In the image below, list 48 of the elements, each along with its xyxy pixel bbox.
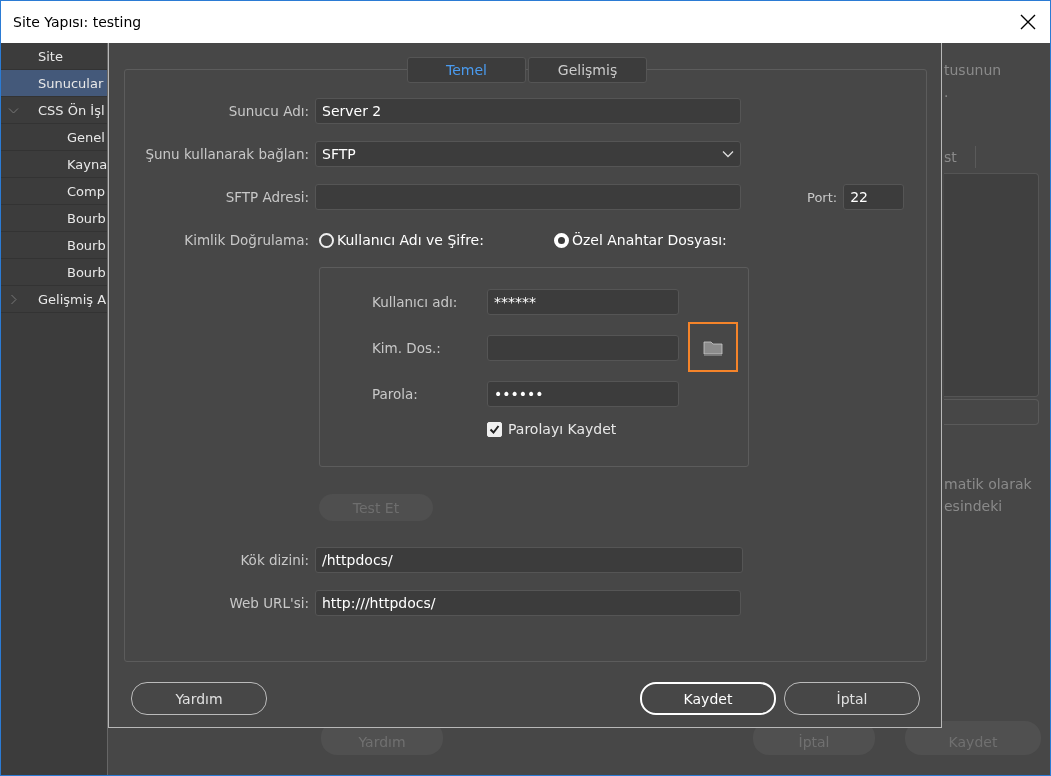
field-label: Şunu kullanarak bağlan:	[144, 146, 310, 162]
check-icon	[489, 423, 500, 435]
radio-option[interactable]: Özel Anahtar Dosyası:	[553, 232, 727, 248]
field-label: Kök dizini:	[239, 552, 310, 568]
sidebar-item[interactable]: Kayna	[1, 151, 107, 178]
sftp-address-field[interactable]	[315, 184, 741, 210]
password-field[interactable]: ••••••	[487, 381, 679, 407]
chevron-icon[interactable]	[8, 105, 19, 116]
field-label: Port:	[807, 189, 838, 205]
background-tab-label: st	[944, 148, 957, 167]
sidebar-item[interactable]: Sunucular	[1, 70, 107, 97]
field-label: Kimlik Doğrulama:	[183, 232, 310, 248]
username-field[interactable]: ******	[487, 289, 679, 315]
web-url-field[interactable]: http:///httpdocs/	[315, 590, 741, 616]
field-label: Parola:	[371, 386, 419, 402]
dialog-button[interactable]: İptal	[784, 682, 920, 715]
sidebar-item[interactable]: Bourb	[1, 205, 107, 232]
background-text: matik olarak	[944, 475, 1033, 494]
chevron-icon[interactable]	[8, 294, 19, 305]
folder-icon[interactable]	[703, 338, 723, 356]
background-text: .	[944, 83, 950, 102]
save-password-checkbox[interactable]: Parolayı Kaydet	[487, 421, 617, 437]
dialog-button[interactable]: Yardım	[131, 682, 267, 715]
tab[interactable]: Gelişmiş	[528, 57, 647, 83]
background-text: tusunun	[944, 61, 1003, 80]
field-label: Kullanıcı adı:	[371, 294, 459, 310]
field-label: SFTP Adresi:	[224, 189, 310, 205]
sidebar-item[interactable]: Comp	[1, 178, 107, 205]
sidebar-item[interactable]: Bourb	[1, 232, 107, 259]
root-directory-field[interactable]: /httpdocs/	[315, 547, 743, 573]
field-label: Kim. Dos.:	[371, 340, 442, 356]
tab[interactable]: Temel	[407, 57, 526, 83]
field-label: Web URL'si:	[228, 595, 310, 611]
sidebar-item[interactable]: CSS Ön İşl	[1, 97, 107, 124]
identity-file-field[interactable]	[487, 335, 679, 361]
port-field[interactable]: 22	[843, 184, 905, 210]
server-name-field[interactable]: Server 2	[315, 98, 741, 124]
dialog-button[interactable]: Kaydet	[640, 682, 776, 715]
caret-icon	[722, 150, 734, 158]
sidebar-item[interactable]: Gelişmiş A	[1, 286, 107, 313]
background-text: esindeki	[944, 497, 1004, 516]
window-title: Site Yapısı: testing	[13, 14, 143, 30]
field-label: Sunucu Adı:	[227, 103, 310, 119]
protocol-dropdown[interactable]: SFTP	[315, 141, 741, 167]
close-icon[interactable]	[1018, 12, 1038, 32]
radio-option[interactable]: Kullanıcı Adı ve Şifre:	[319, 232, 484, 248]
sidebar-item[interactable]: Genel	[1, 124, 107, 151]
sidebar-item[interactable]: Bourb	[1, 259, 107, 286]
